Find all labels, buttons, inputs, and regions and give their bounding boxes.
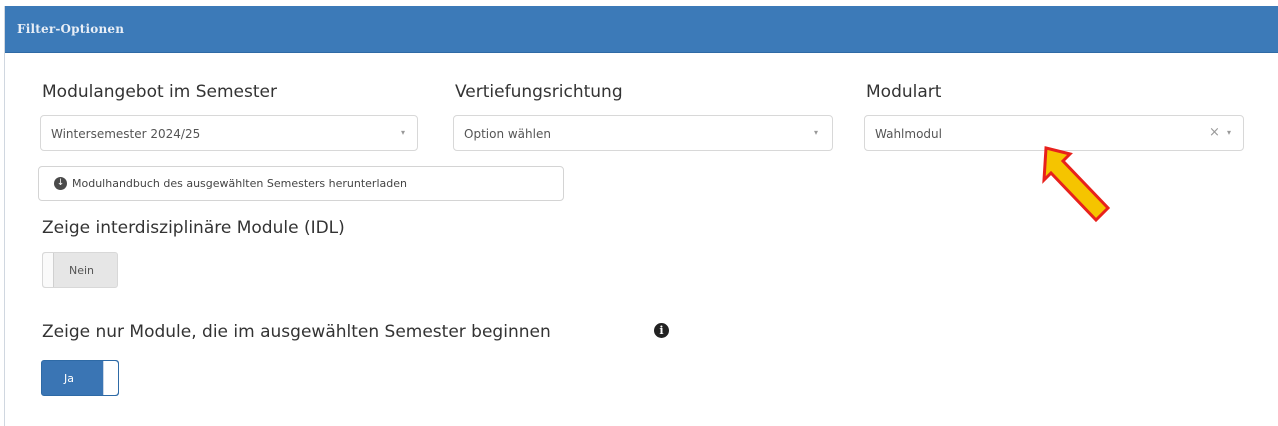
modulart-label: Modulart [866, 82, 942, 102]
panel-header: Filter-Optionen [5, 6, 1278, 53]
clear-icon[interactable]: × [1209, 125, 1220, 140]
toggle-knob [43, 253, 54, 287]
vertiefung-select[interactable]: Option wählen ▾ [453, 115, 833, 151]
panel-title: Filter-Optionen [17, 22, 125, 36]
semester-start-toggle-state: Ja [64, 372, 74, 385]
vertiefung-value: Option wählen [464, 127, 551, 141]
semester-start-toggle[interactable]: Ja [41, 360, 119, 396]
chevron-down-icon: ▾ [814, 128, 819, 137]
chevron-down-icon: ▾ [401, 128, 406, 137]
download-handbook-label: Modulhandbuch des ausgewählten Semesters… [72, 177, 407, 190]
chevron-down-icon: ▾ [1227, 128, 1232, 137]
download-circle-icon: ↓ [54, 177, 67, 190]
idl-toggle-state: Nein [69, 264, 95, 277]
toggle-knob [103, 361, 118, 395]
annotation-arrow-icon [1042, 146, 1111, 223]
idl-label: Zeige interdisziplinäre Module (IDL) [42, 218, 345, 238]
semester-value: Wintersemester 2024/25 [51, 127, 201, 141]
vertiefung-label: Vertiefungsrichtung [455, 82, 623, 102]
modulart-value: Wahlmodul [875, 127, 942, 141]
semester-select[interactable]: Wintersemester 2024/25 ▾ [40, 115, 418, 151]
info-icon[interactable]: i [654, 323, 669, 338]
semester-start-label: Zeige nur Module, die im ausgewählten Se… [42, 322, 551, 342]
semester-label: Modulangebot im Semester [42, 82, 277, 102]
download-handbook-button[interactable]: ↓ Modulhandbuch des ausgewählten Semeste… [38, 166, 564, 201]
idl-toggle[interactable]: Nein [42, 252, 118, 288]
